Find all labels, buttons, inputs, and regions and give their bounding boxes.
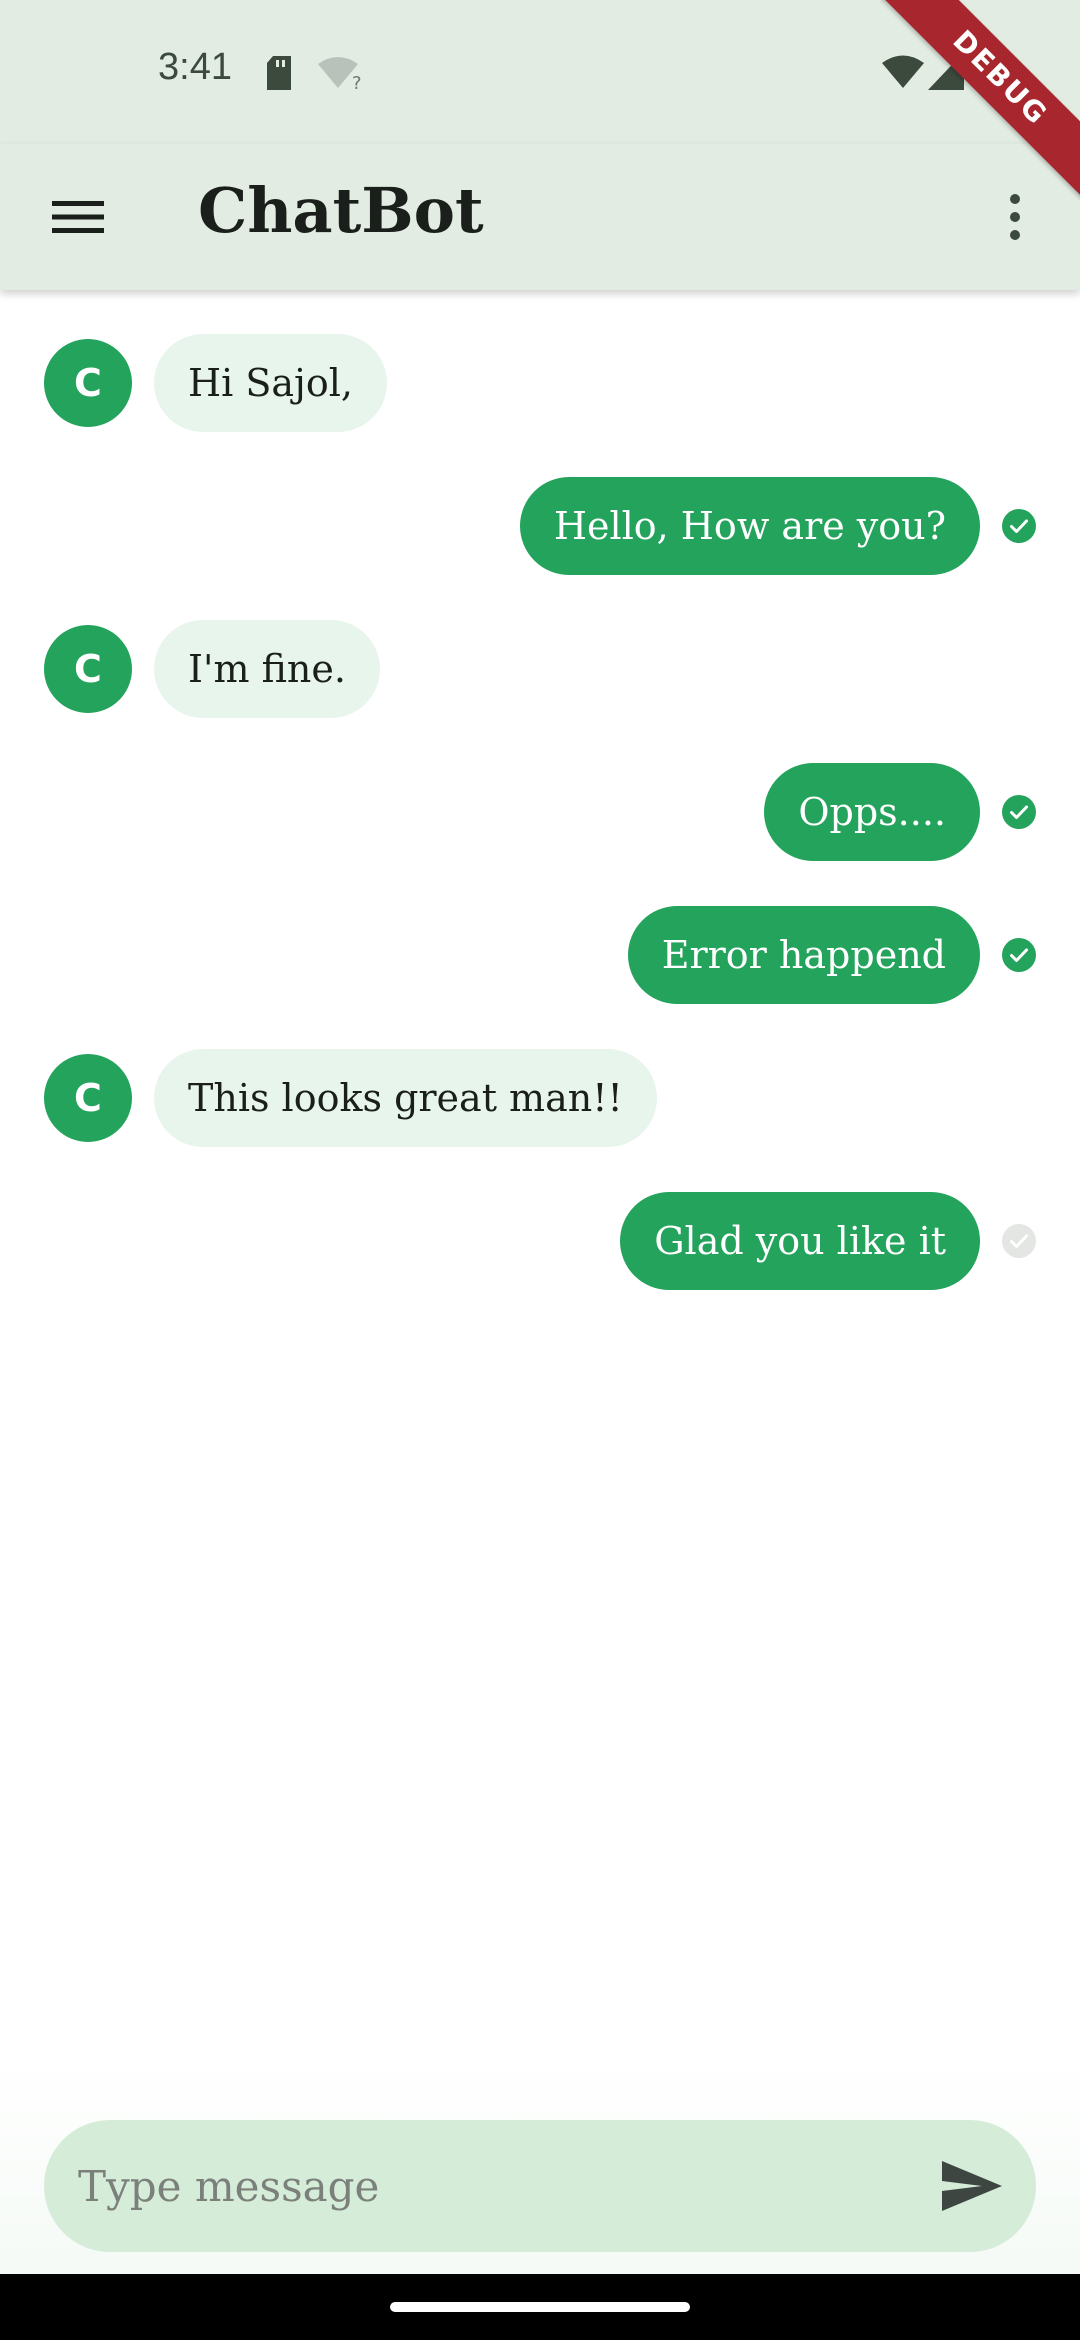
message-list[interactable]: C Hi Sajol, Hello, How are you? C I'm fi… [0, 290, 1080, 2100]
incoming-message-bubble[interactable]: I'm fine. [154, 620, 380, 718]
hamburger-menu-icon [52, 201, 104, 233]
home-indicator[interactable] [390, 2302, 690, 2312]
pending-check-icon [1002, 1224, 1036, 1258]
send-icon [942, 2161, 1002, 2211]
message-input-container[interactable] [44, 2120, 1036, 2252]
more-vert-icon [1010, 194, 1020, 240]
svg-text:?: ? [352, 73, 362, 90]
message-row-incoming: C Hi Sajol, [0, 334, 1080, 432]
message-row-incoming: C This looks great man!! [0, 1049, 1080, 1147]
outgoing-message-bubble[interactable]: Opps.... [764, 763, 980, 861]
message-row-outgoing: Opps.... [0, 763, 1080, 861]
composer [0, 2060, 1080, 2274]
incoming-message-bubble[interactable]: Hi Sajol, [154, 334, 387, 432]
wifi-icon [882, 54, 924, 92]
outgoing-message-bubble[interactable]: Glad you like it [620, 1192, 980, 1290]
bot-avatar: C [44, 625, 132, 713]
system-navigation-bar [0, 2274, 1080, 2340]
outgoing-message-bubble[interactable]: Error happend [627, 906, 980, 1004]
message-row-incoming: C I'm fine. [0, 620, 1080, 718]
battery-icon [980, 50, 1004, 94]
send-button[interactable] [932, 2150, 1012, 2222]
delivered-check-icon [1002, 795, 1036, 829]
wifi-unknown-icon: ? [318, 56, 364, 94]
incoming-message-bubble[interactable]: This looks great man!! [154, 1049, 657, 1147]
bot-avatar: C [44, 339, 132, 427]
bot-avatar: C [44, 1054, 132, 1142]
message-row-outgoing: Glad you like it [0, 1192, 1080, 1290]
status-bar: 3:41 ? [0, 0, 1080, 144]
outgoing-message-bubble[interactable]: Hello, How are you? [519, 477, 980, 575]
menu-button[interactable] [36, 181, 120, 253]
app-title: ChatBot [198, 174, 484, 247]
message-input[interactable] [78, 2120, 938, 2252]
more-options-button[interactable] [990, 181, 1040, 253]
app-bar: ChatBot [0, 144, 1080, 290]
message-row-outgoing: Hello, How are you? [0, 477, 1080, 575]
status-time: 3:41 [158, 46, 232, 88]
delivered-check-icon [1002, 509, 1036, 543]
delivered-check-icon [1002, 938, 1036, 972]
sd-card-icon [265, 56, 293, 94]
message-row-outgoing: Error happend [0, 906, 1080, 1004]
cell-signal-icon [928, 52, 964, 94]
